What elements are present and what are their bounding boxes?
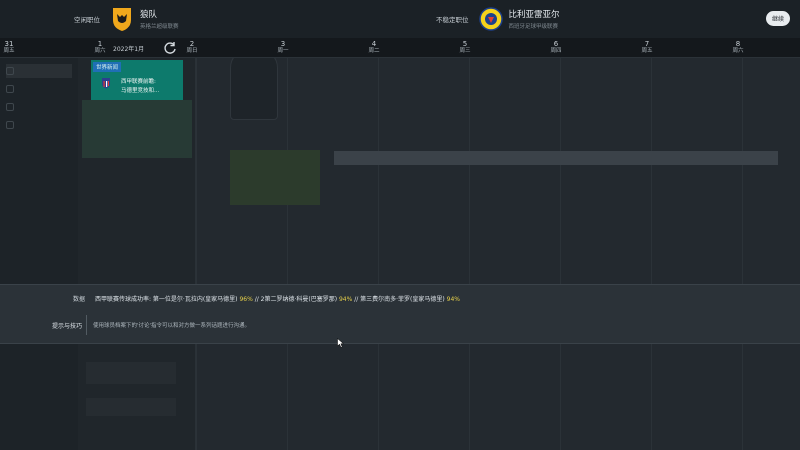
dimmed-photo [230,150,320,205]
left-club-info[interactable]: 空闲职位 狼队 英格兰超级联赛 [74,6,179,32]
sidebar-item [6,82,72,96]
grid-line [196,58,197,450]
grid-line [469,58,470,450]
sidebar-item [6,118,72,132]
right-club-info[interactable]: 不稳定职位 比利亚雷亚尔 西班牙足球甲级联赛 [436,6,560,32]
news-card[interactable]: 世界新闻 西甲联赛前瞻: 马德里竞技和... [91,60,183,100]
atletico-crest-icon [102,78,110,89]
tips-text: 使用球员档案下的'讨论'指令可以和对方做一系列话题进行沟通。 [93,323,251,329]
sidebar-item [6,64,72,78]
position-label: 空闲职位 [74,16,100,24]
calendar-day[interactable]: 6 周四 [541,40,571,55]
news-title-line1: 西甲联赛前瞻: [121,79,156,85]
data-text: 西甲联赛传球成功率: 第一位是尔·瓦拉内(皇家马德里) 96% // 2第二罗纳… [95,296,460,303]
pct-value: 94% [338,296,353,303]
calendar-day[interactable]: 5 周三 [450,40,480,55]
club-league: 西班牙足球甲级联赛 [508,24,559,30]
club-name: 狼队 [140,10,158,20]
dimmed-list-item [86,398,176,416]
grid-line [287,58,288,450]
top-bar: 空闲职位 狼队 英格兰超级联赛 不稳定职位 比利亚雷亚尔 西班牙足球甲级联赛 继… [0,0,800,38]
wolves-crest-icon [113,8,131,31]
club-league: 英格兰超级联赛 [140,24,179,30]
grid-line [560,58,561,450]
news-title-line2: 马德里竞技和... [121,88,160,94]
villarreal-crest-icon [478,7,503,31]
mouse-cursor-icon [337,338,345,348]
search-icon [6,85,14,93]
continue-button[interactable]: 继续 [766,11,790,26]
dimmed-card [82,100,192,158]
tips-label: 提示与技巧 [52,323,83,330]
pct-value: 94% [446,296,460,303]
chat-icon [6,103,14,111]
grid-line [651,58,652,450]
calendar-day[interactable]: 2 周日 [177,40,207,55]
calendar-strip: 31 周五 1 周六 2022年1月 2 周日 3 周一 4 周二 5 周三 6 周四 7 周五… [0,38,800,58]
calendar-day[interactable]: 3 周一 [268,40,298,55]
club-name: 比利亚雷亚尔 [508,10,560,20]
position-label: 不稳定职位 [436,16,469,24]
pct-value: 96% [239,296,253,303]
dimmed-banner [334,151,778,165]
sidebar-item [6,100,72,114]
grid-line [378,58,379,450]
news-tag: 世界新闻 [93,62,122,72]
dimmed-sidebar [0,58,78,450]
divider [86,315,87,335]
calendar-day[interactable]: 8 周六 [723,40,753,55]
calendar-day[interactable]: 31 周五 [0,40,24,55]
month-label: 2022年1月 [113,46,145,53]
inbox-icon [6,67,14,75]
data-label: 数据 [73,296,86,303]
info-panel: 数据 西甲联赛传球成功率: 第一位是尔·瓦拉内(皇家马德里) 96% // 2第… [0,284,800,344]
dimmed-list-item [86,362,176,384]
grid-line [742,58,743,450]
calendar-day[interactable]: 7 周五 [632,40,662,55]
refresh-icon[interactable] [163,41,177,55]
trophy-icon [6,121,14,129]
calendar-day[interactable]: 1 周六 [85,40,115,55]
calendar-day[interactable]: 4 周二 [359,40,389,55]
dimmed-avatar [230,48,278,120]
